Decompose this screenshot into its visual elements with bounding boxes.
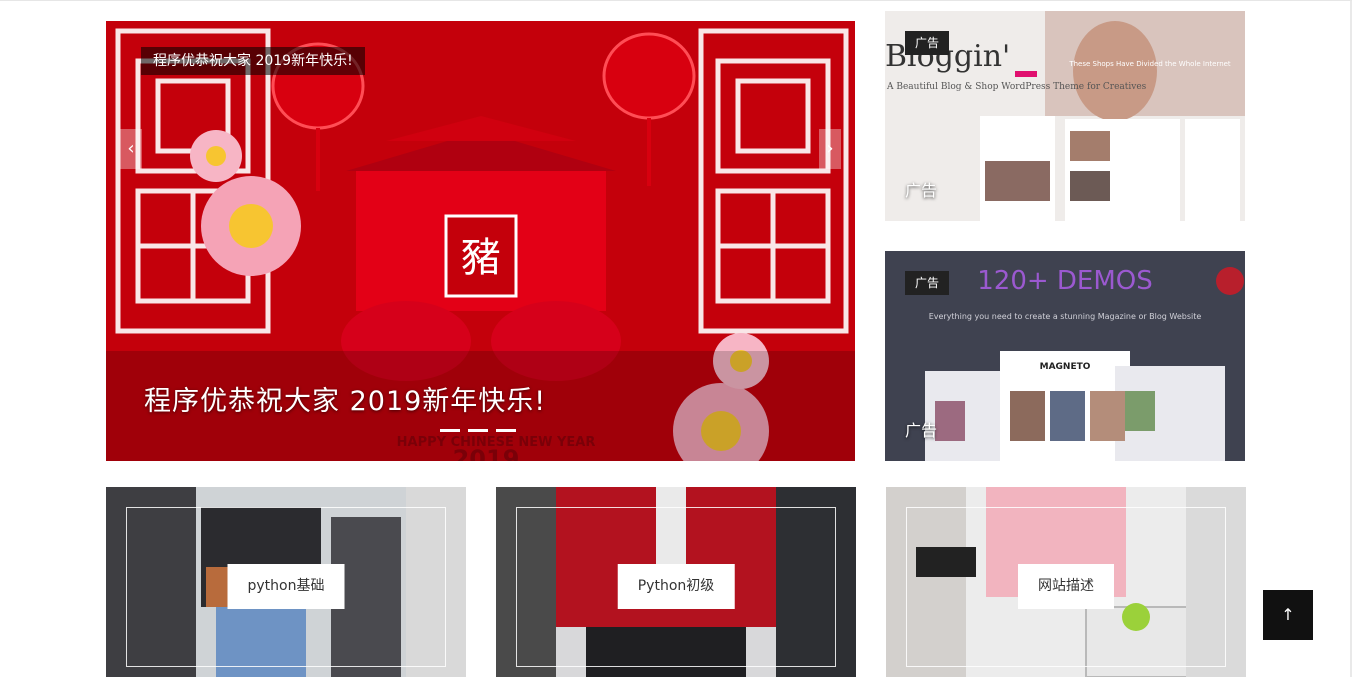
chevron-left-icon: ‹	[127, 138, 135, 159]
hero-slider[interactable]: 豬 HAPPY CHINESE NEW YEAR 2019 程序优恭祝大家 20…	[106, 21, 855, 461]
arrow-up-icon: ↑	[1281, 605, 1295, 624]
slider-prev-button[interactable]: ‹	[120, 129, 142, 169]
svg-text:A Beautiful Blog & Shop WordPr: A Beautiful Blog & Shop WordPress Theme …	[886, 82, 1147, 92]
category-label[interactable]: 网站描述	[1018, 564, 1114, 609]
slider-dot[interactable]	[468, 429, 488, 432]
svg-text:120+ DEMOS: 120+ DEMOS	[977, 266, 1153, 296]
ad-badge: 广告	[905, 31, 950, 55]
slider-next-button[interactable]: ›	[819, 129, 841, 169]
category-card-python-beginner[interactable]: Python初级	[496, 487, 856, 677]
ad-badge: 广告	[905, 271, 950, 295]
svg-text:Everything you need to create: Everything you need to create a stunning…	[929, 312, 1202, 321]
slider-dot[interactable]	[440, 429, 460, 432]
chevron-right-icon: ›	[826, 138, 834, 159]
svg-text:These Shops Have Divided the W: These Shops Have Divided the Whole Inter…	[1068, 60, 1231, 68]
svg-text:豬: 豬	[461, 235, 501, 281]
ad-banner-bloggin[interactable]: Bloggin' A Beautiful Blog & Shop WordPre…	[885, 11, 1245, 221]
back-to-top-button[interactable]: ↑	[1263, 590, 1313, 640]
category-card-site-description[interactable]: 网站描述	[886, 487, 1246, 677]
slider-dots	[440, 429, 516, 432]
category-label[interactable]: python基础	[227, 564, 345, 609]
slide-title[interactable]: 程序优恭祝大家 2019新年快乐!	[144, 379, 546, 418]
category-label[interactable]: Python初级	[617, 564, 735, 609]
ad-caption[interactable]: 广告	[905, 177, 937, 201]
ad-caption[interactable]: 广告	[905, 417, 937, 441]
ad-banner-magneto[interactable]: 120+ DEMOS Everything you need to create…	[885, 251, 1245, 461]
category-card-python-basics[interactable]: python基础	[106, 487, 466, 677]
slider-dot[interactable]	[496, 429, 516, 432]
svg-text:MAGNETO: MAGNETO	[1040, 362, 1091, 372]
slide-top-label[interactable]: 程序优恭祝大家 2019新年快乐!	[141, 47, 365, 75]
banner-year: 2019	[453, 445, 520, 461]
